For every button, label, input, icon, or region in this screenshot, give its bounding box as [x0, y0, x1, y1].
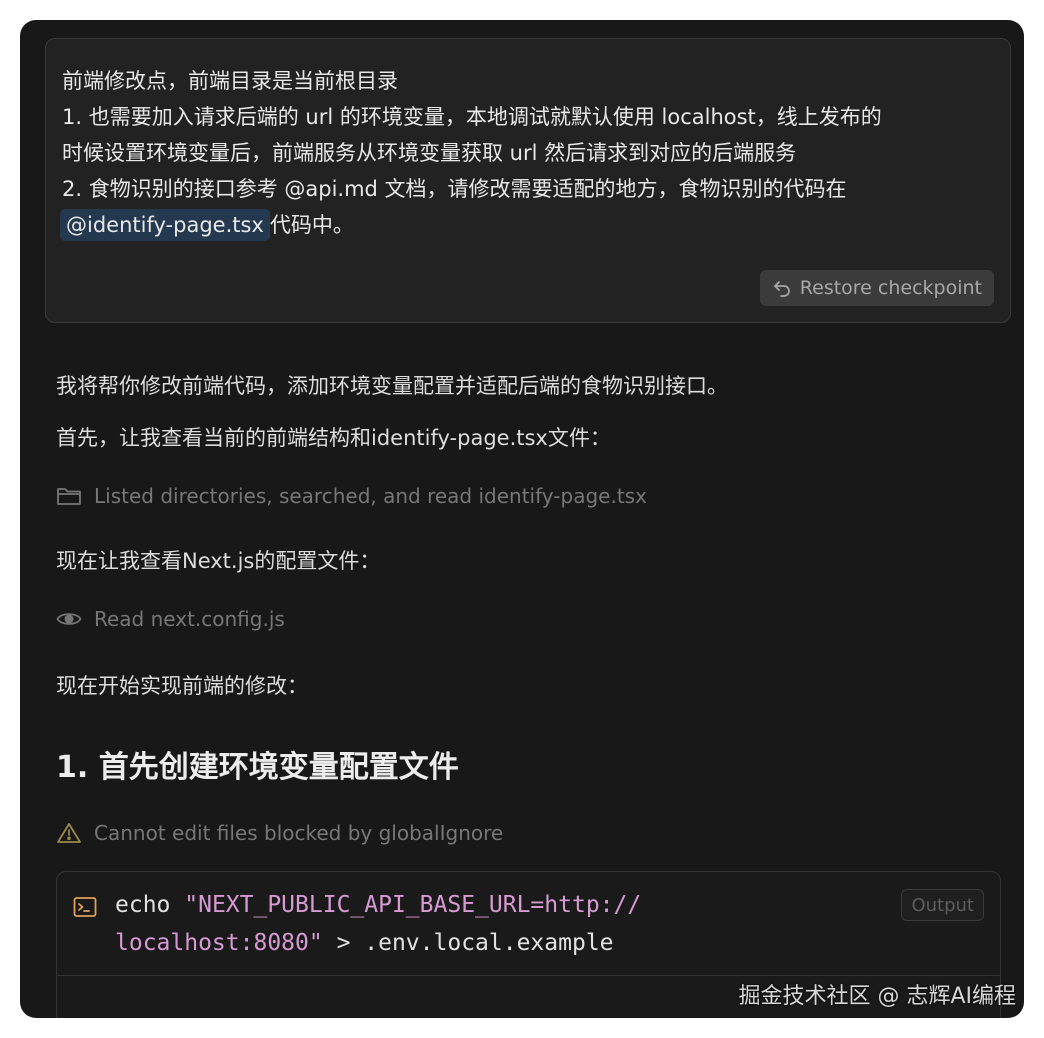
output-button[interactable]: Output	[901, 889, 984, 921]
terminal-command: echo "NEXT_PUBLIC_API_BASE_URL=http:// l…	[115, 886, 641, 962]
command-redirect: > .env.local.example	[322, 930, 614, 956]
user-message[interactable]: 前端修改点，前端目录是当前根目录 1. 也需要加入请求后端的 url 的环境变量…	[45, 38, 1011, 323]
user-message-line: 时候设置环境变量后，前端服务从环境变量获取 url 然后请求到对应的后端服务	[62, 141, 797, 165]
tool-call-listed[interactable]: Listed directories, searched, and read i…	[56, 484, 647, 508]
restore-checkpoint-label: Restore checkpoint	[799, 277, 982, 299]
restore-checkpoint-button[interactable]: Restore checkpoint	[759, 270, 994, 306]
command-string: "NEXT_PUBLIC_API_BASE_URL=http://	[184, 892, 642, 918]
file-mention-chip[interactable]: @identify-page.tsx	[60, 209, 270, 241]
assistant-step-text: 首先，让我查看当前的前端结构和identify-page.tsx文件：	[56, 426, 611, 450]
user-message-line: 1. 也需要加入请求后端的 url 的环境变量，本地调试就默认使用 localh…	[62, 105, 882, 129]
folder-icon	[57, 488, 81, 505]
assistant-intro: 我将帮你修改前端代码，添加环境变量配置并适配后端的食物识别接口。	[56, 374, 728, 398]
assistant-step-text: 现在开始实现前端的修改：	[56, 674, 308, 698]
tool-call-label: Read next.config.js	[94, 607, 285, 631]
restore-icon	[773, 281, 790, 297]
chat-window: 前端修改点，前端目录是当前根目录 1. 也需要加入请求后端的 url 的环境变量…	[20, 20, 1024, 1018]
command-string: localhost:8080"	[115, 930, 323, 956]
command-keyword: echo	[115, 892, 185, 918]
warning-line: Cannot edit files blocked by globalIgnor…	[56, 821, 503, 845]
user-message-line: 前端修改点，前端目录是当前根目录	[62, 69, 398, 93]
tool-call-label: Listed directories, searched, and read i…	[94, 484, 647, 508]
section-heading: 1. 首先创建环境变量配置文件	[56, 750, 459, 785]
warning-icon	[57, 823, 81, 843]
user-message-line: @identify-page.tsx 代码中。	[60, 207, 994, 243]
terminal-icon	[73, 897, 97, 917]
terminal-divider	[57, 975, 1000, 976]
user-message-line: 2. 食物识别的接口参考 @api.md 文档，请修改需要适配的地方，食物识别的…	[62, 177, 847, 201]
eye-icon	[56, 613, 82, 625]
user-message-tail: 代码中。	[269, 213, 354, 237]
assistant-step-text: 现在让我查看Next.js的配置文件：	[56, 549, 381, 573]
watermark: 掘金技术社区 @ 志辉AI编程	[738, 984, 1016, 1009]
tool-call-read[interactable]: Read next.config.js	[56, 607, 285, 631]
warning-text: Cannot edit files blocked by globalIgnor…	[94, 821, 504, 845]
